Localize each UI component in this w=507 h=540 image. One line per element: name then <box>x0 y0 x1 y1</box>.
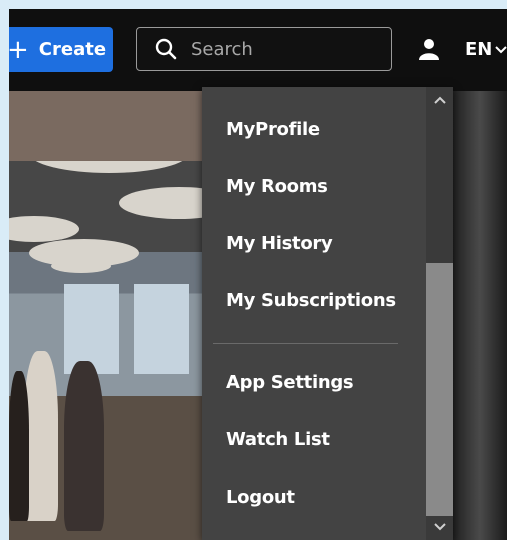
menu-item-watch-list[interactable]: Watch List <box>226 429 330 450</box>
right-panel <box>453 91 507 540</box>
search-icon <box>155 38 177 60</box>
search-input[interactable] <box>189 37 373 61</box>
office-photo <box>9 161 219 540</box>
search-box[interactable] <box>136 27 392 71</box>
menu-item-logout[interactable]: Logout <box>226 487 295 508</box>
menu-item-my-rooms[interactable]: My Rooms <box>226 176 328 197</box>
user-dropdown-menu: MyProfile My Rooms My History My Subscri… <box>202 87 453 540</box>
user-icon[interactable] <box>419 38 439 60</box>
menu-item-my-subscriptions[interactable]: My Subscriptions <box>226 290 396 311</box>
plus-icon: + <box>9 34 29 65</box>
chevron-down-icon <box>433 523 446 531</box>
app-window: + Create EN <box>9 9 507 540</box>
scroll-up-button[interactable] <box>426 87 453 113</box>
menu-item-my-profile[interactable]: MyProfile <box>226 119 320 140</box>
create-button[interactable]: + Create <box>9 27 113 72</box>
scroll-down-button[interactable] <box>426 514 453 540</box>
menu-item-my-history[interactable]: My History <box>226 233 333 254</box>
scroll-thumb[interactable] <box>426 263 453 516</box>
chevron-up-icon <box>433 96 446 104</box>
chevron-down-icon <box>495 45 507 53</box>
top-bar: + Create EN <box>9 9 507 91</box>
menu-scrollbar[interactable] <box>426 87 453 540</box>
menu-item-app-settings[interactable]: App Settings <box>226 372 354 393</box>
language-label: EN <box>465 39 493 60</box>
language-selector[interactable]: EN <box>465 39 507 60</box>
create-button-label: Create <box>38 39 107 60</box>
menu-divider <box>213 343 398 344</box>
